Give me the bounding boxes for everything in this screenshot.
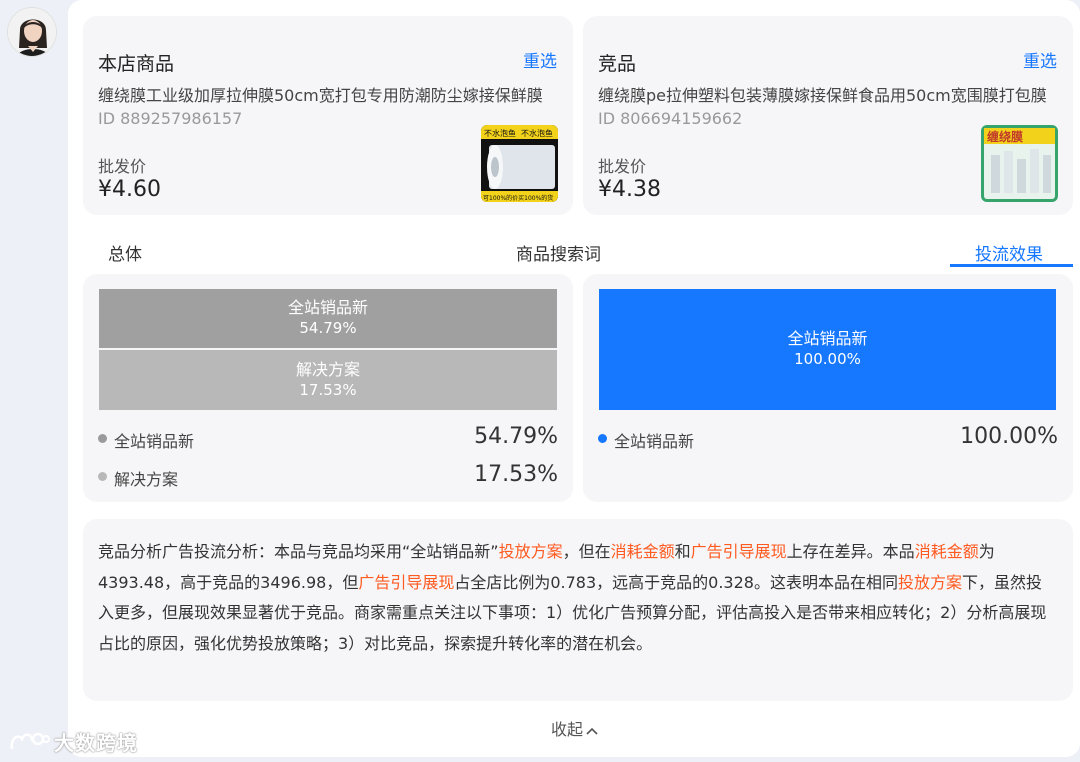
my-product-image[interactable]: 不水泡鱼 不水泡鱼 可100%的价买100%的货 [481,125,558,202]
analysis-text-box: 竞品分析广告投流分析：本品与竞品均采用“全站销品新”投放方案，但在消耗金额和广告… [83,519,1073,701]
legend-dot-icon [98,434,107,443]
my-price-label: 批发价 [98,157,147,176]
rival-price: ¥4.38 [598,177,661,202]
my-product-title: 本店商品 [98,53,175,75]
my-product-name: 缠绕膜工业级加厚拉伸膜50cm宽打包专用防潮防尘嫁接保鲜膜 [98,86,543,105]
my-legend-row-2: 解决方案 17.53% [98,462,558,492]
legend-dot-icon [598,434,607,443]
rival-legend-row-1: 全站销品新 100.00% [598,424,1058,454]
tab-overall[interactable]: 总体 [108,240,142,265]
rival-thumb-text: 缠绕膜 [987,129,1023,144]
active-tab-indicator [950,264,1073,267]
my-thumb-text-2: 不水泡鱼 [521,128,553,138]
my-legend-1-value: 54.79% [474,424,558,449]
my-price: ¥4.60 [98,177,161,202]
analysis-highlight: 消耗金额 [914,542,979,561]
analysis-text: ，但在 [562,542,611,561]
my-thumb-text-1: 不水泡鱼 [484,128,516,138]
rival-product-id: ID 806694159662 [598,109,743,128]
chevron-up-icon [583,720,598,739]
rival-legend-1-value: 100.00% [960,424,1058,449]
my-bar-1-pct: 54.79% [299,319,357,337]
analysis-text: 占全店比例为0.783，远高于竞品的0.328。这表明本品在相同 [454,572,898,592]
my-legend-2-value: 17.53% [474,462,558,487]
my-bar-segment-1: 全站销品新 54.79% [99,289,557,348]
my-product-card: 本店商品 重选 缠绕膜工业级加厚拉伸膜50cm宽打包专用防潮防尘嫁接保鲜膜 ID… [83,16,573,215]
collapse-button[interactable]: 收起 [551,716,598,740]
my-thumb-text-3: 可100%的价买100%的货 [483,194,553,202]
my-bar-1-name: 全站销品新 [287,298,368,317]
analysis-highlight: 消耗金额 [610,542,675,561]
watermark: 大数跨境 [8,727,138,760]
watermark-text: 大数跨境 [54,731,138,755]
analysis-text: 和 [674,542,691,561]
my-product-reselect-button[interactable]: 重选 [523,47,557,72]
my-bar-segment-2: 解决方案 17.53% [99,350,557,410]
rival-product-name: 缠绕膜pe拉伸塑料包装薄膜嫁接保鲜食品用50cm宽围膜打包膜 [598,86,1047,105]
rival-price-label: 批发价 [598,157,647,176]
rival-ad-stats-card: 全站销品新 100.00% 全站销品新 100.00% [583,274,1073,502]
rival-bar-segment-1: 全站销品新 100.00% [599,289,1056,410]
my-bar-2-pct: 17.53% [299,381,357,399]
analysis-highlight: 广告引导展现 [690,542,787,561]
my-product-id: ID 889257986157 [98,109,243,128]
rival-product-reselect-button[interactable]: 重选 [1023,47,1057,72]
analysis-highlight: 广告引导展现 [358,572,455,592]
my-legend-2-name: 解决方案 [114,470,179,489]
analysis-highlight: 投放方案 [897,572,962,592]
avatar [7,7,57,57]
rival-product-title: 竞品 [598,53,637,75]
tab-ad-effect[interactable]: 投流效果 [975,240,1043,265]
legend-dot-icon [98,472,107,481]
analysis-text: 上存在差异。本品 [786,542,915,561]
my-legend-1-name: 全站销品新 [114,432,195,451]
watermark-logo-icon [8,729,50,760]
my-legend-row-1: 全站销品新 54.79% [98,424,558,454]
main-panel: 本店商品 重选 缠绕膜工业级加厚拉伸膜50cm宽打包专用防潮防尘嫁接保鲜膜 ID… [68,0,1080,757]
analysis-text: 竞品分析广告投流分析：本品与竞品均采用“全站销品新” [98,542,499,561]
rival-legend-1-name: 全站销品新 [614,432,695,451]
collapse-label: 收起 [551,720,584,739]
rival-product-image[interactable]: 缠绕膜 [981,125,1058,202]
rival-product-card: 竞品 重选 缠绕膜pe拉伸塑料包装薄膜嫁接保鲜食品用50cm宽围膜打包膜 ID … [583,16,1073,215]
rival-bar-1-pct: 100.00% [794,350,861,368]
analysis-highlight: 投放方案 [498,542,563,561]
rival-bar-1-name: 全站销品新 [787,329,868,348]
my-ad-stats-card: 全站销品新 54.79% 解决方案 17.53% 全站销品新 54.79% 解决… [83,274,573,502]
tab-search-terms[interactable]: 商品搜索词 [516,240,601,265]
my-bar-2-name: 解决方案 [295,360,360,379]
